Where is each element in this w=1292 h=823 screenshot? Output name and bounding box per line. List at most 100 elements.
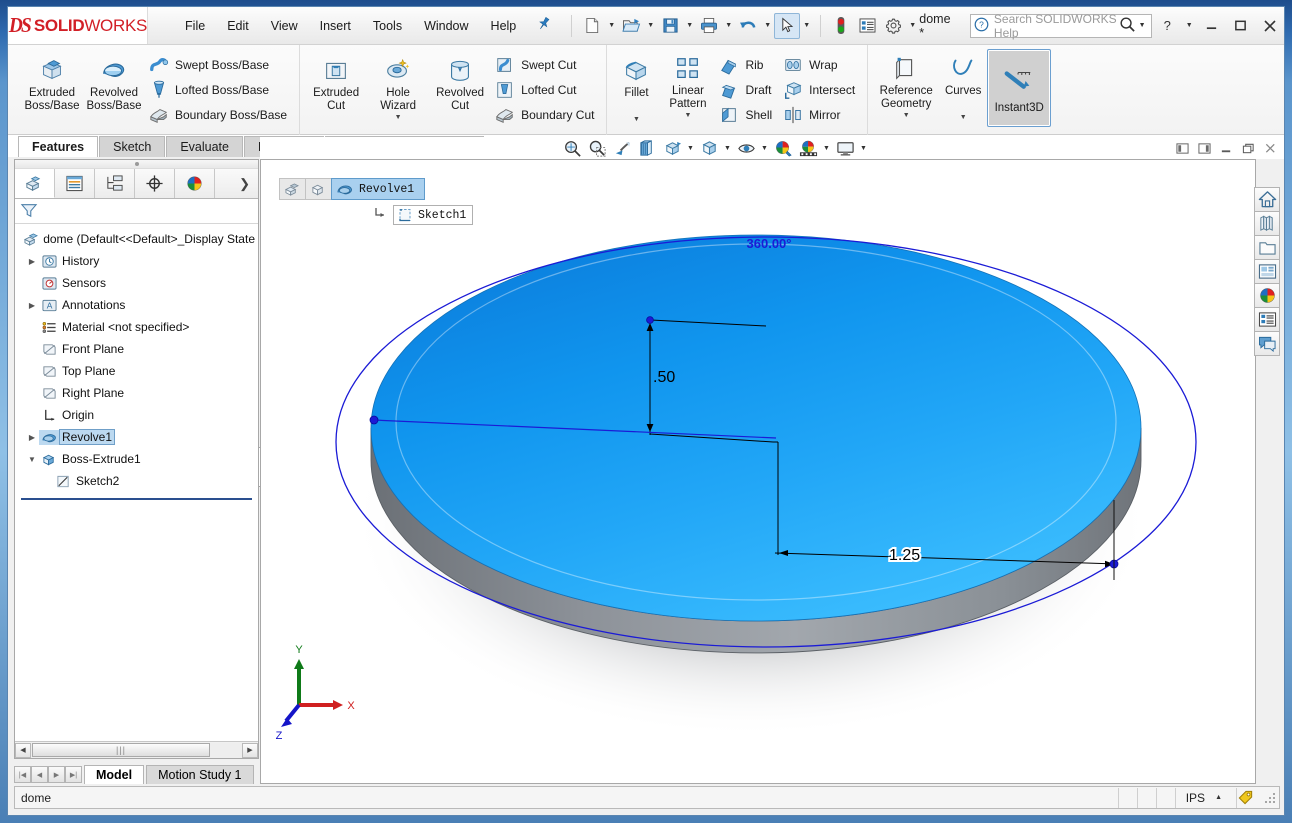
close-doc-icon[interactable] xyxy=(1260,138,1280,158)
panel-drag-handle[interactable] xyxy=(15,160,258,169)
lofted-cut-button[interactable]: Lofted Cut xyxy=(491,77,601,102)
hole-wizard-button[interactable]: Hole Wizard ▼ xyxy=(367,49,429,122)
eye-icon[interactable] xyxy=(734,138,758,159)
tab-motion-study-1[interactable]: Motion Study 1 xyxy=(146,765,254,784)
draft-button[interactable]: Draft xyxy=(715,77,779,102)
menu-file[interactable]: File xyxy=(174,15,216,37)
units-indicator[interactable]: IPS xyxy=(1176,791,1215,805)
configuration-icon[interactable] xyxy=(95,169,135,198)
zoom-fit-icon[interactable] xyxy=(560,138,584,159)
hole-wizard-dropdown-caret[interactable]: ▼ xyxy=(395,114,402,121)
tree-item-revolve1[interactable]: ▶ Revolve1 xyxy=(15,426,258,448)
options-caret[interactable]: ▼ xyxy=(906,13,919,39)
view-orientation-icon[interactable] xyxy=(660,138,684,159)
section-view-icon[interactable] xyxy=(635,138,659,159)
feature-tree-filter[interactable] xyxy=(15,199,258,224)
linear-pattern-button[interactable]: Linear Pattern ▼ xyxy=(660,49,715,120)
tree-item-sensors[interactable]: Sensors xyxy=(15,272,258,294)
print-caret[interactable]: ▼ xyxy=(722,13,735,39)
feature-tree-hscrollbar[interactable]: ◀ ||| ▶ xyxy=(15,741,258,758)
tree-item-material[interactable]: Material <not specified> xyxy=(15,316,258,338)
extruded-boss-base-button[interactable]: Extruded Boss/Base xyxy=(21,49,83,113)
curves-dropdown-caret[interactable]: ▼ xyxy=(960,114,967,121)
first-tab-button[interactable]: |◀ xyxy=(14,766,31,783)
search-caret[interactable]: ▼ xyxy=(1136,13,1149,39)
help-search-box[interactable]: ? Search SOLIDWORKS Help ▼ xyxy=(969,12,1152,40)
library-books-icon[interactable] xyxy=(1254,211,1280,236)
previous-tab-button[interactable]: ◀ xyxy=(31,766,48,783)
boundary-cut-button[interactable]: Boundary Cut xyxy=(491,102,601,127)
zoom-area-icon[interactable] xyxy=(585,138,609,159)
shell-button[interactable]: Shell xyxy=(715,102,779,127)
traffic-light-icon[interactable] xyxy=(828,13,854,39)
display-sphere-icon[interactable] xyxy=(175,169,215,198)
wrap-button[interactable]: Wrap xyxy=(779,52,862,77)
last-tab-button[interactable]: ▶| xyxy=(65,766,82,783)
menu-window[interactable]: Window xyxy=(413,15,479,37)
tab-sketch[interactable]: Sketch xyxy=(99,136,166,157)
resize-grip[interactable] xyxy=(1264,791,1276,804)
tree-item-top-plane[interactable]: Top Plane xyxy=(15,360,258,382)
hide-show-caret[interactable]: ▼ xyxy=(759,138,770,159)
appearance-sphere-icon[interactable] xyxy=(771,138,795,159)
new-file-icon[interactable] xyxy=(579,13,605,39)
tree-twist-revolve1[interactable]: ▶ xyxy=(25,433,39,442)
search-input[interactable]: Search SOLIDWORKS Help xyxy=(989,12,1119,40)
revolved-cut-button[interactable]: Revolved Cut xyxy=(429,49,491,113)
tree-item-history[interactable]: ▶ History xyxy=(15,250,258,272)
tab-evaluate[interactable]: Evaluate xyxy=(166,136,243,157)
view-orientation-caret[interactable]: ▼ xyxy=(685,138,696,159)
menu-edit[interactable]: Edit xyxy=(216,15,260,37)
chevron-right-icon[interactable]: ▶ xyxy=(242,742,258,758)
menu-tools[interactable]: Tools xyxy=(362,15,413,37)
swept-cut-button[interactable]: Swept Cut xyxy=(491,52,601,77)
floppy-save-icon[interactable] xyxy=(657,13,683,39)
extruded-cut-button[interactable]: Extruded Cut xyxy=(305,49,367,113)
instant3d-button[interactable]: Instant3D xyxy=(987,49,1052,127)
next-tab-button[interactable]: ▶ xyxy=(48,766,65,783)
scroll-thumb[interactable]: ||| xyxy=(32,743,210,757)
tree-item-boss-extrude1[interactable]: ▼ Boss-Extrude1 xyxy=(15,448,258,470)
new-file-caret[interactable]: ▼ xyxy=(605,13,618,39)
tree-item-part-root[interactable]: dome (Default<<Default>_Display State xyxy=(15,228,258,250)
reference-geometry-dropdown-caret[interactable]: ▼ xyxy=(903,112,910,119)
chevron-up-icon[interactable]: ▲ xyxy=(1215,794,1236,801)
view-palette-icon[interactable] xyxy=(1254,259,1280,284)
properties-list-icon[interactable] xyxy=(854,13,880,39)
chevron-right-icon[interactable]: ❯ xyxy=(239,176,258,192)
folder-icon[interactable] xyxy=(1254,235,1280,260)
appearance-sphere-icon[interactable] xyxy=(1254,283,1280,308)
select-caret[interactable]: ▼ xyxy=(800,13,813,39)
maximize-icon[interactable] xyxy=(1227,13,1254,39)
view-settings-caret[interactable]: ▼ xyxy=(858,138,869,159)
minimize-icon[interactable] xyxy=(1198,13,1225,39)
swept-boss-base-button[interactable]: Swept Boss/Base xyxy=(145,52,294,77)
undo-arrow-icon[interactable] xyxy=(735,13,761,39)
properties-list-icon[interactable] xyxy=(1254,307,1280,332)
intersect-button[interactable]: Intersect xyxy=(779,77,862,102)
scene-icon[interactable] xyxy=(796,138,820,159)
dock-right-icon[interactable] xyxy=(1194,138,1214,158)
property-list-icon[interactable] xyxy=(55,169,95,198)
scroll-track[interactable]: ||| xyxy=(31,742,242,758)
cursor-arrow-icon[interactable] xyxy=(774,12,801,39)
forum-chat-icon[interactable] xyxy=(1254,331,1280,356)
tree-item-front-plane[interactable]: Front Plane xyxy=(15,338,258,360)
gear-icon[interactable] xyxy=(880,13,906,39)
menu-help[interactable]: Help xyxy=(480,15,528,37)
close-icon[interactable] xyxy=(1256,13,1283,39)
tab-model[interactable]: Model xyxy=(84,765,145,784)
tree-item-annotations[interactable]: ▶ A Annotations xyxy=(15,294,258,316)
tree-twist-boss-extrude1[interactable]: ▼ xyxy=(25,455,39,464)
graphics-viewport[interactable]: Revolve1 Sketch1 .50 1.25 360.00° Y X Z xyxy=(260,159,1256,784)
dimxpert-target-icon[interactable] xyxy=(135,169,175,198)
dock-left-icon[interactable] xyxy=(1172,138,1192,158)
display-style-cube-icon[interactable] xyxy=(697,138,721,159)
menu-insert[interactable]: Insert xyxy=(309,15,362,37)
feature-tree-icon[interactable] xyxy=(15,169,55,198)
display-style-caret[interactable]: ▼ xyxy=(722,138,733,159)
linear-pattern-dropdown-caret[interactable]: ▼ xyxy=(685,112,692,119)
restore-doc-icon[interactable] xyxy=(1238,138,1258,158)
open-file-caret[interactable]: ▼ xyxy=(644,13,657,39)
home-house-icon[interactable] xyxy=(1254,187,1280,212)
